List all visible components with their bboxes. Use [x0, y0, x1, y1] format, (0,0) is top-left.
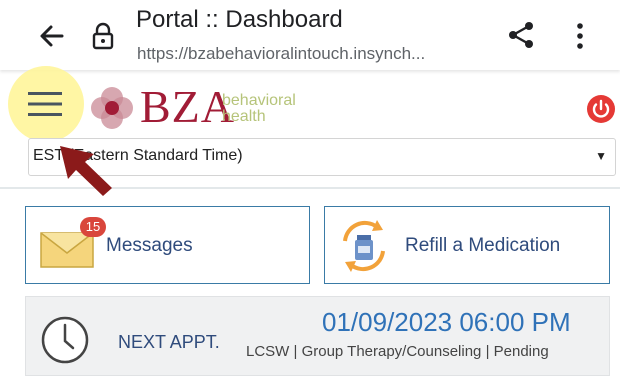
- chevron-down-icon: ▼: [595, 149, 607, 163]
- appointment-detail: LCSW | Group Therapy/Counseling | Pendin…: [246, 343, 549, 360]
- clock-icon: [41, 316, 89, 364]
- messages-label: Messages: [106, 235, 193, 256]
- bza-logo-mark-icon: [91, 87, 133, 129]
- hamburger-menu-icon[interactable]: [28, 92, 62, 116]
- pill-bottle-refill-icon: [343, 220, 385, 272]
- messages-tile[interactable]: 15 Messages: [25, 206, 310, 284]
- page-title: Portal :: Dashboard: [136, 6, 343, 33]
- logo-bza-text: BZA: [140, 81, 235, 132]
- more-options-icon[interactable]: [570, 20, 590, 52]
- power-logout-icon[interactable]: [586, 94, 616, 124]
- logo-sub-line1: behavioral: [222, 92, 296, 109]
- browser-toolbar: Portal :: Dashboard https://bzabehaviora…: [0, 0, 620, 70]
- logo-sub-line2: health: [222, 108, 266, 125]
- messages-count-badge: 15: [80, 217, 106, 237]
- logo-subtitle: behavioral health: [222, 93, 296, 125]
- pointer-arrow-icon: [60, 146, 112, 196]
- page-url[interactable]: https://bzabehavioralintouch.insynch...: [137, 44, 477, 64]
- back-arrow-icon[interactable]: [36, 20, 68, 52]
- refill-medication-tile[interactable]: Refill a Medication: [324, 206, 610, 284]
- next-appointment-card[interactable]: NEXT APPT. 01/09/2023 06:00 PM LCSW | Gr…: [25, 296, 610, 376]
- appointment-datetime: 01/09/2023 06:00 PM: [322, 307, 571, 337]
- refill-medication-label: Refill a Medication: [405, 235, 561, 256]
- share-icon[interactable]: [507, 20, 535, 50]
- next-appointment-label: NEXT APPT.: [118, 332, 220, 352]
- lock-icon: [92, 22, 114, 50]
